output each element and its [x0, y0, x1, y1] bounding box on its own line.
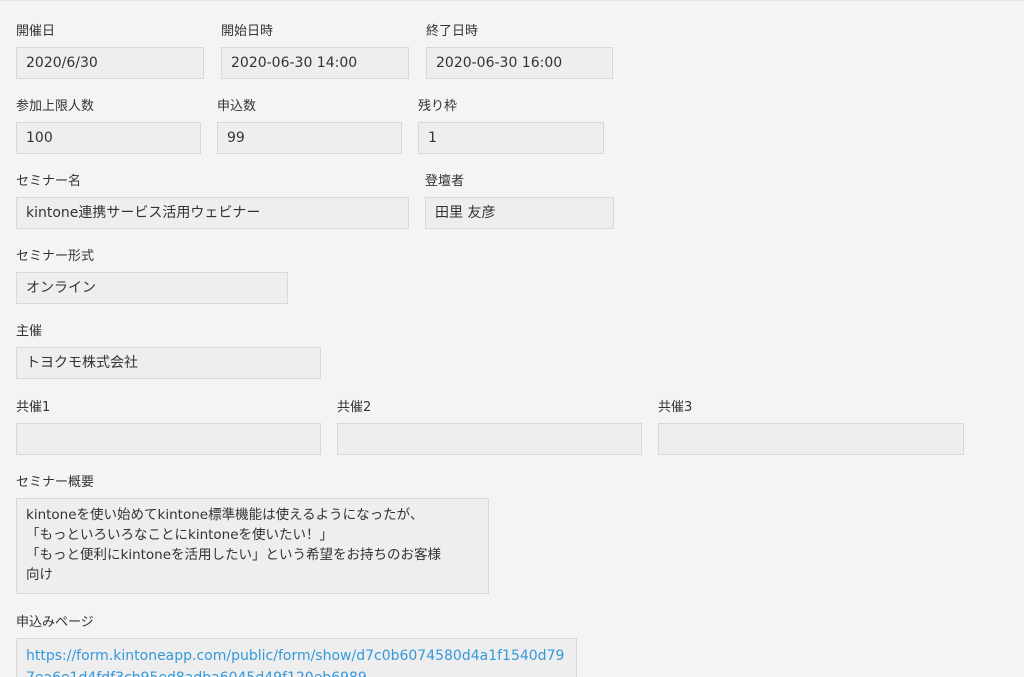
field-label: 開始日時	[221, 24, 274, 39]
start-datetime-value: 2020-06-30 14:00	[221, 47, 409, 79]
applications-value: 99	[217, 122, 402, 154]
application-page-value: https://form.kintoneapp.com/public/form/…	[16, 638, 577, 677]
field-remaining: 残り枠 1	[418, 99, 604, 154]
seminar-name-value: kintone連携サービス活用ウェビナー	[16, 197, 409, 229]
remaining-value: 1	[418, 122, 604, 154]
event-date-value: 2020/6/30	[16, 47, 204, 79]
cohost2-value	[337, 423, 642, 455]
field-label: 共催2	[337, 400, 372, 415]
field-label: 終了日時	[426, 24, 479, 39]
overview-line: 「もっといろいろなことにkintoneを使いたい！」	[26, 527, 334, 543]
field-overview: セミナー概要 kintoneを使い始めてkintone標準機能は使えるようになっ…	[16, 475, 489, 594]
capacity-value: 100	[16, 122, 201, 154]
cohost1-value	[16, 423, 321, 455]
field-label: 開催日	[16, 24, 56, 39]
seminar-format-value: オンライン	[16, 272, 288, 304]
field-speaker: 登壇者 田里 友彦	[425, 174, 614, 229]
overview-line: 「もっと便利にkintoneを活用したい」という希望をお持ちのお客様	[26, 547, 442, 563]
field-label: 主催	[16, 324, 43, 339]
overview-value: kintoneを使い始めてkintone標準機能は使えるようになったが、 「もっ…	[16, 498, 489, 594]
record-detail-page: 開催日 2020/6/30 開始日時 2020-06-30 14:00 終了日時…	[0, 0, 1024, 677]
field-capacity: 参加上限人数 100	[16, 99, 201, 154]
field-end-datetime: 終了日時 2020-06-30 16:00	[426, 24, 613, 79]
field-label: 参加上限人数	[16, 99, 95, 114]
field-application-page: 申込みページ https://form.kintoneapp.com/publi…	[16, 615, 577, 677]
field-label: 登壇者	[425, 174, 465, 189]
field-label: セミナー名	[16, 174, 82, 189]
field-applications: 申込数 99	[217, 99, 402, 154]
field-seminar-format: セミナー形式 オンライン	[16, 249, 288, 304]
overview-line: kintoneを使い始めてkintone標準機能は使えるようになったが、	[26, 507, 424, 523]
field-label: セミナー概要	[16, 475, 95, 490]
field-label: 申込みページ	[16, 615, 94, 630]
field-organizer: 主催 トヨクモ株式会社	[16, 324, 321, 379]
overview-line: 向け	[26, 567, 53, 583]
field-label: 共催1	[16, 400, 51, 415]
field-label: 申込数	[217, 99, 257, 114]
field-label: 残り枠	[418, 99, 458, 114]
speaker-value: 田里 友彦	[425, 197, 614, 229]
application-page-link[interactable]: https://form.kintoneapp.com/public/form/…	[26, 648, 564, 677]
field-event-date: 開催日 2020/6/30	[16, 24, 204, 79]
field-cohost2: 共催2	[337, 400, 642, 455]
organizer-value: トヨクモ株式会社	[16, 347, 321, 379]
field-start-datetime: 開始日時 2020-06-30 14:00	[221, 24, 409, 79]
field-label: 共催3	[658, 400, 693, 415]
end-datetime-value: 2020-06-30 16:00	[426, 47, 613, 79]
field-cohost1: 共催1	[16, 400, 321, 455]
cohost3-value	[658, 423, 964, 455]
field-cohost3: 共催3	[658, 400, 964, 455]
field-label: セミナー形式	[16, 249, 95, 264]
field-seminar-name: セミナー名 kintone連携サービス活用ウェビナー	[16, 174, 409, 229]
